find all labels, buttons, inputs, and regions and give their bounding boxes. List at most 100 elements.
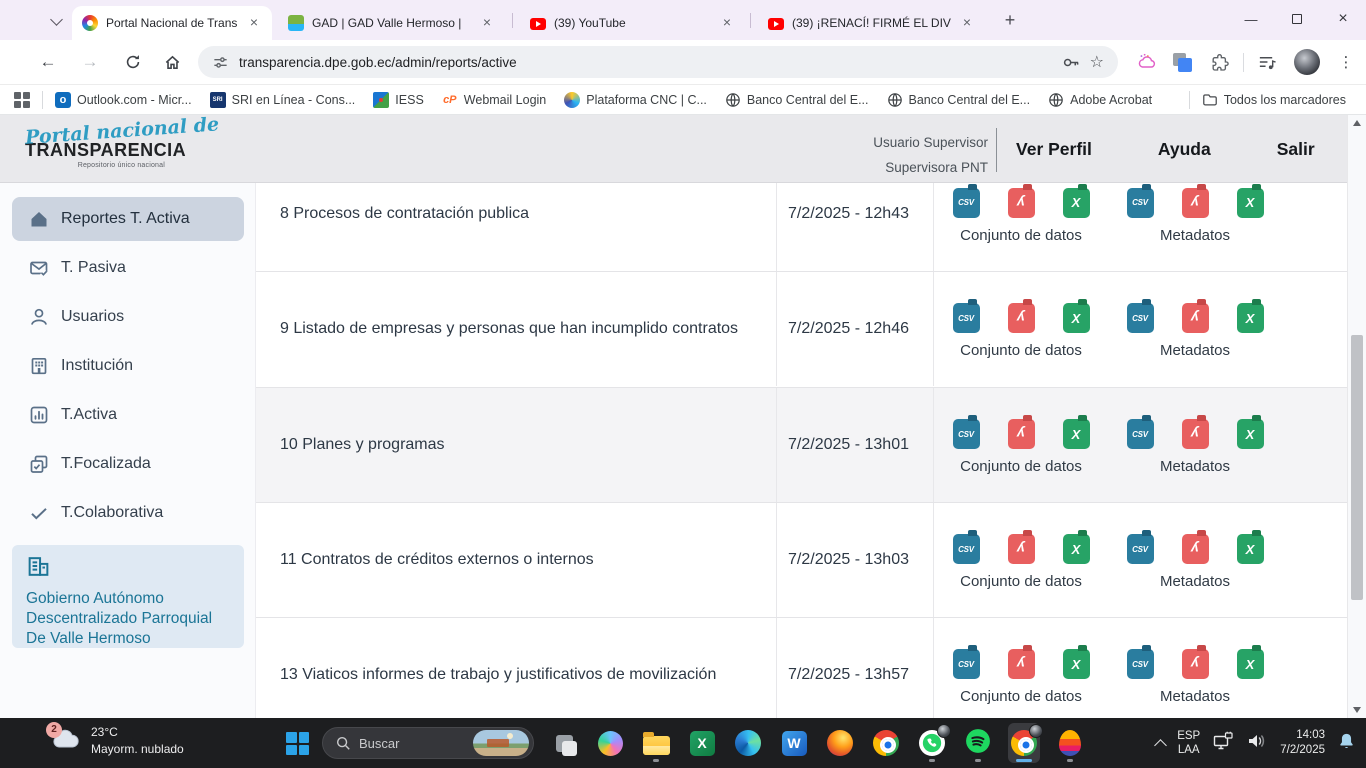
- bookmark-cnc[interactable]: Plataforma CNC | C...: [564, 92, 707, 108]
- csv-download-icon[interactable]: CSV: [953, 649, 980, 679]
- task-view-button[interactable]: [548, 723, 580, 763]
- start-button[interactable]: [286, 732, 309, 755]
- sidebar-item-t-pasiva[interactable]: T. Pasiva: [12, 246, 244, 290]
- sidebar-item-t-colaborativa[interactable]: T.Colaborativa: [12, 491, 244, 535]
- page-scrollbar[interactable]: [1347, 115, 1366, 718]
- tab-gad-valle-hermoso[interactable]: GAD | GAD Valle Hermoso | ×: [278, 6, 505, 40]
- xls-download-icon[interactable]: X: [1063, 303, 1090, 333]
- firefox-button[interactable]: [824, 723, 856, 763]
- csv-download-icon[interactable]: CSV: [953, 534, 980, 564]
- bookmark-outlook[interactable]: oOutlook.com - Micr...: [55, 92, 192, 108]
- xls-download-icon[interactable]: X: [1237, 303, 1264, 333]
- scroll-down-icon[interactable]: [1348, 707, 1366, 713]
- new-tab-button[interactable]: +: [998, 9, 1022, 33]
- excel-button[interactable]: X: [686, 723, 718, 763]
- nav-salir[interactable]: Salir: [1269, 139, 1323, 160]
- file-explorer-button[interactable]: [640, 723, 672, 763]
- csv-download-icon[interactable]: CSV: [1127, 303, 1154, 333]
- clock[interactable]: 14:03 7/2/2025: [1280, 728, 1325, 758]
- sidebar-item-reportes-t-activa[interactable]: Reportes T. Activa: [12, 197, 244, 241]
- tab-portal-transparencia[interactable]: Portal Nacional de Transparenc ×: [72, 6, 272, 40]
- tab-close-icon[interactable]: ×: [959, 15, 975, 31]
- table-row[interactable]: 13 Viaticos informes de trabajo y justif…: [256, 617, 1347, 718]
- copilot-button[interactable]: [594, 723, 626, 763]
- tab-youtube-video[interactable]: (39) ¡RENACÍ! FIRMÉ EL DIVORC ×: [758, 6, 985, 40]
- csv-download-icon[interactable]: CSV: [953, 188, 980, 218]
- tab-youtube[interactable]: (39) YouTube ×: [520, 6, 745, 40]
- table-row[interactable]: 10 Planes y programas 7/2/2025 - 13h01 C…: [256, 387, 1347, 502]
- tab-search-button[interactable]: [40, 8, 72, 34]
- pdf-download-icon[interactable]: y: [1008, 649, 1035, 679]
- sidebar-item-usuarios[interactable]: Usuarios: [12, 295, 244, 339]
- pdf-download-icon[interactable]: y: [1182, 188, 1209, 218]
- whatsapp-button[interactable]: [916, 723, 948, 763]
- bookmark-sri[interactable]: SRISRI en Línea - Cons...: [210, 92, 356, 108]
- bookmark-iess[interactable]: IESS: [373, 92, 424, 108]
- csv-download-icon[interactable]: CSV: [1127, 419, 1154, 449]
- csv-download-icon[interactable]: CSV: [1127, 649, 1154, 679]
- pdf-download-icon[interactable]: y: [1182, 649, 1209, 679]
- profile-avatar[interactable]: [1294, 49, 1320, 75]
- organization-card[interactable]: Gobierno Autónomo Descentralizado Parroq…: [12, 545, 244, 648]
- pdf-download-icon[interactable]: y: [1182, 303, 1209, 333]
- pdf-download-icon[interactable]: y: [1182, 534, 1209, 564]
- pdf-download-icon[interactable]: y: [1008, 534, 1035, 564]
- sidebar-item-institucion[interactable]: Institución: [12, 344, 244, 388]
- window-minimize-button[interactable]: —: [1228, 0, 1274, 38]
- scrollbar-thumb[interactable]: [1351, 335, 1363, 600]
- xls-download-icon[interactable]: X: [1237, 419, 1264, 449]
- xls-download-icon[interactable]: X: [1063, 419, 1090, 449]
- network-icon[interactable]: [1212, 731, 1234, 756]
- pdf-download-icon[interactable]: y: [1008, 188, 1035, 218]
- csv-download-icon[interactable]: CSV: [1127, 188, 1154, 218]
- search-daily-image[interactable]: [473, 730, 529, 756]
- tab-close-icon[interactable]: ×: [479, 15, 495, 31]
- weather-extension-icon[interactable]: [1132, 48, 1160, 76]
- pdf-download-icon[interactable]: y: [1008, 303, 1035, 333]
- bookmark-star-icon[interactable]: ☆: [1090, 52, 1104, 72]
- pdf-download-icon[interactable]: y: [1008, 419, 1035, 449]
- url-text[interactable]: transparencia.dpe.gob.ec/admin/reports/a…: [239, 55, 1051, 70]
- xls-download-icon[interactable]: X: [1063, 188, 1090, 218]
- bookmark-banco-central-1[interactable]: Banco Central del E...: [725, 92, 869, 108]
- chrome-button[interactable]: [870, 723, 902, 763]
- reload-icon[interactable]: [119, 48, 147, 76]
- edge-button[interactable]: [732, 723, 764, 763]
- xls-download-icon[interactable]: X: [1237, 188, 1264, 218]
- forward-icon[interactable]: →: [76, 48, 104, 76]
- table-row[interactable]: 9 Listado de empresas y personas que han…: [256, 271, 1347, 386]
- chrome-active-button[interactable]: [1008, 723, 1040, 763]
- csv-download-icon[interactable]: CSV: [953, 303, 980, 333]
- tab-close-icon[interactable]: ×: [719, 15, 735, 31]
- table-row[interactable]: 8 Procesos de contratación publica 7/2/2…: [256, 183, 1347, 271]
- apps-grid-icon[interactable]: [14, 92, 30, 108]
- site-settings-icon[interactable]: [212, 54, 229, 71]
- weather-widget[interactable]: 2 23°C Mayorm. nublado: [50, 724, 184, 758]
- csv-download-icon[interactable]: CSV: [953, 419, 980, 449]
- scroll-up-icon[interactable]: [1348, 120, 1366, 126]
- browser-menu-icon[interactable]: ⋮: [1332, 48, 1360, 76]
- home-icon[interactable]: [158, 48, 186, 76]
- bookmark-banco-central-2[interactable]: Banco Central del E...: [887, 92, 1031, 108]
- back-icon[interactable]: ←: [34, 48, 62, 76]
- xls-download-icon[interactable]: X: [1063, 649, 1090, 679]
- notification-bell-icon[interactable]: [1337, 731, 1356, 756]
- sidebar-item-t-focalizada[interactable]: T.Focalizada: [12, 442, 244, 486]
- droplet-app-button[interactable]: [1054, 723, 1086, 763]
- pdf-download-icon[interactable]: y: [1182, 419, 1209, 449]
- spotify-button[interactable]: [962, 723, 994, 763]
- taskbar-search[interactable]: Buscar: [322, 727, 534, 759]
- media-controls-icon[interactable]: [1252, 48, 1280, 76]
- tray-chevron-up-icon[interactable]: [1154, 739, 1167, 752]
- bookmark-webmail[interactable]: cPWebmail Login: [442, 92, 546, 108]
- extensions-puzzle-icon[interactable]: [1206, 48, 1234, 76]
- window-close-button[interactable]: ×: [1320, 0, 1366, 38]
- all-bookmarks-button[interactable]: Todos los marcadores: [1202, 92, 1346, 108]
- bookmark-adobe-acrobat[interactable]: Adobe Acrobat: [1048, 92, 1152, 108]
- table-row[interactable]: 11 Contratos de créditos externos o inte…: [256, 502, 1347, 617]
- xls-download-icon[interactable]: X: [1237, 649, 1264, 679]
- word-button[interactable]: W: [778, 723, 810, 763]
- sidebar-item-t-activa[interactable]: T.Activa: [12, 393, 244, 437]
- xls-download-icon[interactable]: X: [1237, 534, 1264, 564]
- xls-download-icon[interactable]: X: [1063, 534, 1090, 564]
